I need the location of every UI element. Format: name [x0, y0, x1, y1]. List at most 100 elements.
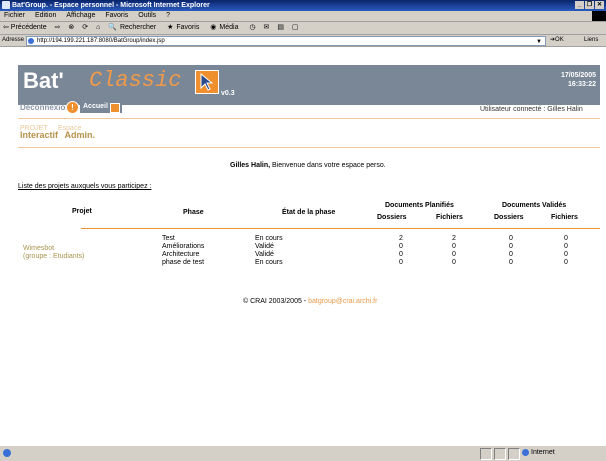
row-val-fichiers: 0: [564, 251, 568, 258]
go-button[interactable]: ➔OK: [550, 35, 564, 46]
address-input[interactable]: http://194.199.221.187:8080/BatGroup/ind…: [26, 36, 546, 46]
current-time: 16:33:22: [567, 81, 596, 88]
divider: [18, 147, 600, 148]
globe-icon: [522, 448, 529, 456]
media-label: Média: [219, 24, 239, 31]
col-valides-fichiers: Fichiers: [551, 214, 578, 221]
copyright: © CRAI 2003/2005 -: [243, 298, 309, 305]
footer: © CRAI 2003/2005 - batgroup@crai.archi.f…: [243, 298, 377, 305]
mail-icon[interactable]: ✉: [264, 24, 270, 31]
projects-list-title: Liste des projets auxquels vous particip…: [18, 183, 152, 190]
row-val-dossiers: 0: [509, 259, 513, 266]
project-group: (groupe : Etudiants): [23, 253, 85, 260]
minimize-button[interactable]: _: [575, 1, 584, 9]
menu-outils[interactable]: Outils: [138, 12, 156, 19]
current-date: 17/05/2005: [560, 72, 596, 79]
col-planifies-dossiers: Dossiers: [377, 214, 407, 221]
logout-link[interactable]: Déconnexion: [20, 103, 70, 112]
divider: [18, 118, 600, 119]
home-tab[interactable]: Accueil Espace Perso: [80, 101, 122, 134]
menu-bar: Fichier Edition Affichage Favoris Outils…: [0, 11, 606, 22]
col-phase: Phase: [183, 209, 204, 216]
media-button[interactable]: ◉ Média: [210, 24, 241, 31]
row-plan-fichiers: 2: [452, 235, 456, 242]
row-plan-dossiers: 0: [399, 243, 403, 250]
row-plan-dossiers: 2: [399, 235, 403, 242]
row-phase: Test: [162, 235, 175, 242]
status-bar: Internet: [0, 445, 606, 461]
address-bar: Adresse http://194.199.221.187:8080/BatG…: [0, 35, 606, 47]
edit-icon[interactable]: ▢: [292, 24, 299, 31]
windows-logo-icon: [592, 11, 606, 21]
history-icon[interactable]: ◷: [249, 24, 255, 31]
col-valides-dossiers: Dossiers: [494, 214, 524, 221]
user-name: Gilles Halin,: [230, 162, 271, 169]
row-etat: En cours: [255, 235, 283, 242]
contact-email-link[interactable]: batgroup@crai.archi.fr: [308, 298, 377, 305]
ie-icon: [2, 1, 10, 9]
menu-affichage[interactable]: Affichage: [66, 12, 95, 19]
logout-icon[interactable]: !: [66, 101, 79, 114]
refresh-icon[interactable]: ⟳: [82, 24, 88, 31]
menu-favoris[interactable]: Favoris: [105, 12, 128, 19]
row-phase: phase de test: [162, 259, 205, 266]
menu-fichier[interactable]: Fichier: [4, 12, 25, 19]
date-time: 17/05/2005 16:33:22: [561, 71, 596, 89]
go-label: OK: [555, 37, 564, 43]
project-name[interactable]: Wimesbot: [23, 245, 54, 253]
forward-button[interactable]: ⇨: [55, 24, 61, 31]
col-etat: État de la phase: [282, 209, 336, 216]
row-etat: En cours: [255, 259, 283, 266]
maximize-button[interactable]: ❒: [585, 1, 594, 9]
search-button[interactable]: 🔍 Rechercher: [108, 24, 159, 31]
menu-help[interactable]: ?: [166, 12, 170, 19]
page-status-icon: [3, 449, 11, 457]
row-val-fichiers: 0: [564, 235, 568, 242]
col-projet: Projet: [72, 208, 92, 215]
tab-interactif-shadow: PROJET: [20, 125, 48, 132]
zone-label: Internet: [531, 449, 555, 456]
row-etat: Validé: [255, 251, 274, 258]
close-button[interactable]: ✕: [595, 1, 604, 9]
section-tabs: PROJET Espace Interactif Admin.: [20, 125, 95, 140]
status-pane: [508, 448, 520, 460]
row-etat: Validé: [255, 243, 274, 250]
brand-bat: Bat': [23, 68, 64, 93]
back-button[interactable]: ⇦ Précédente: [3, 24, 47, 31]
status-pane: [480, 448, 492, 460]
row-val-dossiers: 0: [509, 251, 513, 258]
row-phase: Améliorations: [162, 243, 205, 250]
search-label: Rechercher: [119, 24, 157, 31]
links-button[interactable]: Liens: [584, 35, 598, 46]
row-plan-fichiers: 0: [452, 259, 456, 266]
address-url: http://194.199.221.187:8080/BatGroup/ind…: [37, 38, 165, 44]
row-val-dossiers: 0: [509, 243, 513, 250]
col-planifies-fichiers: Fichiers: [436, 214, 463, 221]
home-icon[interactable]: ⌂: [96, 24, 100, 31]
print-icon[interactable]: ▤: [277, 24, 284, 31]
window-controls: _ ❒ ✕: [575, 1, 604, 9]
row-val-dossiers: 0: [509, 235, 513, 242]
user-connected: Utilisateur connecté : Gilles Halin: [480, 106, 583, 113]
tab-admin-shadow: Espace: [58, 125, 82, 132]
address-label: Adresse: [2, 37, 25, 43]
welcome-text: Bienvenue dans votre espace perso.: [270, 162, 386, 169]
row-val-fichiers: 0: [564, 243, 568, 250]
cursor-arrow-icon: [195, 70, 219, 94]
row-plan-fichiers: 0: [452, 251, 456, 258]
header-banner: Bat' Classic v0.3 17/05/2005 16:33:22: [18, 65, 600, 105]
menu-edition[interactable]: Edition: [35, 12, 56, 19]
row-plan-dossiers: 0: [399, 259, 403, 266]
row-val-fichiers: 0: [564, 259, 568, 266]
page-content: Bat' Classic v0.3 17/05/2005 16:33:22 Dé…: [0, 47, 606, 445]
col-docs-valides: Documents Validés: [502, 202, 567, 209]
browser-toolbar: ⇦ Précédente ⇨ ⊗ ⟳ ⌂ 🔍 Rechercher ★ Favori…: [0, 22, 606, 35]
version-label: v0.3: [221, 90, 235, 97]
page-icon: [28, 38, 34, 44]
favorites-label: Favoris: [176, 24, 200, 31]
security-zone: Internet: [522, 448, 555, 458]
col-docs-planifies: Documents Planifiés: [385, 202, 454, 209]
favorites-button[interactable]: ★ Favoris: [167, 24, 202, 31]
stop-icon[interactable]: ⊗: [68, 24, 74, 31]
window-title: Bat'Group. - Espace personnel - Microsof…: [12, 2, 210, 9]
